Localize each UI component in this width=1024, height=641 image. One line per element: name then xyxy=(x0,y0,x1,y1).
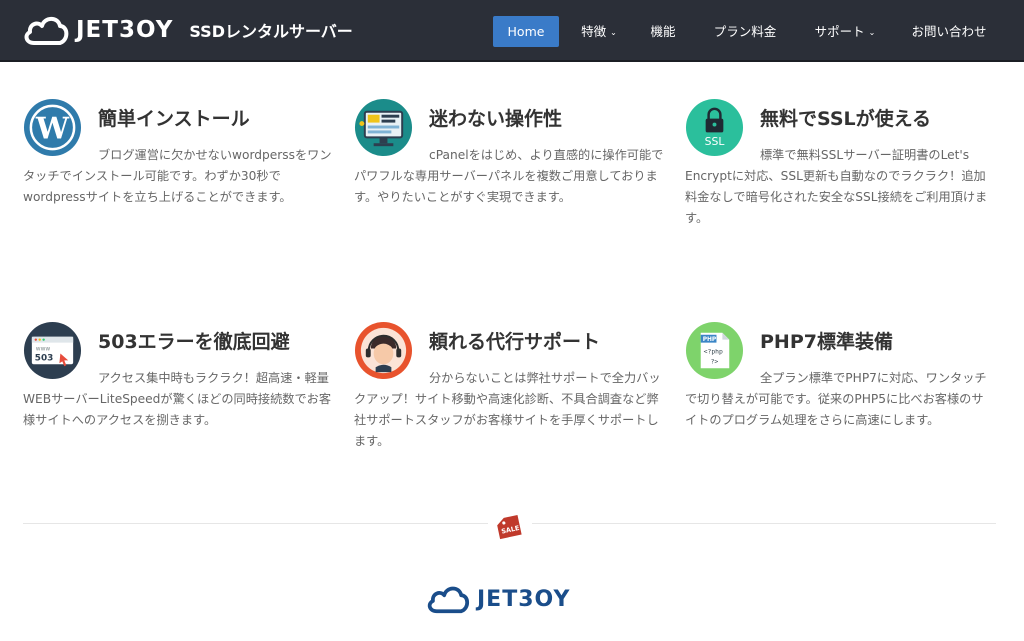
chevron-down-icon: ⌄ xyxy=(610,28,617,37)
feature-title: 頼れる代行サポート xyxy=(429,331,601,353)
section-divider-left xyxy=(23,523,488,524)
nav-features-label: 特徴 xyxy=(581,24,607,39)
footer-logo[interactable]: JET3OY xyxy=(425,583,570,615)
nav-contact-label: お問い合わせ xyxy=(911,24,987,39)
svg-text:PHP: PHP xyxy=(703,337,717,343)
feature-description: cPanelをはじめ、より直感的に操作可能でパワフルな専用サーバーパネルを複数ご… xyxy=(354,148,664,204)
sale-tag-icon: SALE xyxy=(497,514,522,540)
logo-text: JET3OY xyxy=(76,17,174,43)
nav-support[interactable]: サポート ⌄ xyxy=(809,16,881,47)
nav-support-label: サポート xyxy=(814,24,865,39)
svg-text:?>: ?> xyxy=(711,357,719,365)
feature-title: 503エラーを徹底回避 xyxy=(98,331,290,353)
feature-description: 全プラン標準でPHP7に対応、ワンタッチで切り替えが可能です。従来のPHP5に比… xyxy=(685,371,987,427)
feature-title: PHP7標準装備 xyxy=(760,331,893,353)
feature-description: 標準で無料SSLサーバー証明書のLet's Encryptに対応、SSL更新も自… xyxy=(685,148,988,225)
section-divider-right xyxy=(532,523,996,524)
nav-home-label: Home xyxy=(507,24,545,39)
nav-pricing[interactable]: プラン料金 xyxy=(707,16,783,47)
feature-description: アクセス集中時もラクラク！超高速・軽量WEBサーバーLiteSpeedが驚くほど… xyxy=(23,371,332,427)
main-nav: Home 特徴 ⌄ 機能 プラン料金 サポート ⌄ お問い合わせ xyxy=(493,16,1024,47)
nav-contact[interactable]: お問い合わせ xyxy=(903,16,995,47)
svg-text:<?php: <?php xyxy=(704,347,723,355)
site-header: JET3OY SSDレンタルサーバー Home 特徴 ⌄ 機能 プラン料金 サポー… xyxy=(0,0,1024,62)
feature-description: ブログ運営に欠かせないwordperssをワンタッチでインストール可能です。わず… xyxy=(23,148,332,204)
nav-home[interactable]: Home xyxy=(493,16,559,47)
svg-text:www: www xyxy=(36,347,51,353)
nav-pricing-label: プラン料金 xyxy=(713,24,777,39)
chevron-down-icon: ⌄ xyxy=(868,28,876,37)
feature-title: 迷わない操作性 xyxy=(429,108,563,130)
nav-functions-label: 機能 xyxy=(650,24,676,39)
cloud-logo-icon xyxy=(427,586,470,614)
feature-title: 簡単インストール xyxy=(98,108,250,130)
feature-description: 分からないことは弊社サポートで全力バックアップ！サイト移動や高速化診断、不具合調… xyxy=(354,371,661,448)
logo-subtitle: SSDレンタルサーバー xyxy=(189,22,353,41)
nav-features[interactable]: 特徴 ⌄ xyxy=(573,16,625,47)
svg-text:W: W xyxy=(35,110,70,145)
cloud-logo-icon xyxy=(24,16,69,45)
footer-logo-text: JET3OY xyxy=(477,586,571,612)
feature-title: 無料でSSLが使える xyxy=(760,108,932,130)
site-logo[interactable]: JET3OY SSDレンタルサーバー xyxy=(22,12,353,48)
svg-text:503: 503 xyxy=(35,353,53,363)
nav-functions[interactable]: 機能 xyxy=(643,16,683,47)
